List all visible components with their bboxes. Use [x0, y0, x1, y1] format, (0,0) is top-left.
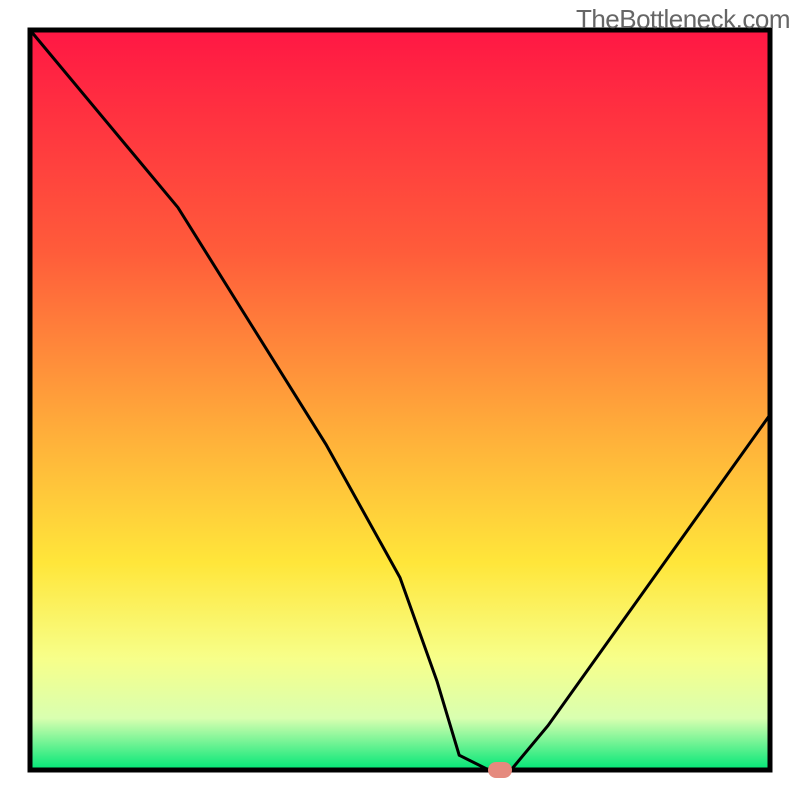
optimum-marker	[488, 762, 512, 778]
plot-background	[30, 30, 770, 770]
bottleneck-chart: TheBottleneck.com	[0, 0, 800, 800]
watermark-text: TheBottleneck.com	[576, 4, 790, 35]
chart-svg	[0, 0, 800, 800]
